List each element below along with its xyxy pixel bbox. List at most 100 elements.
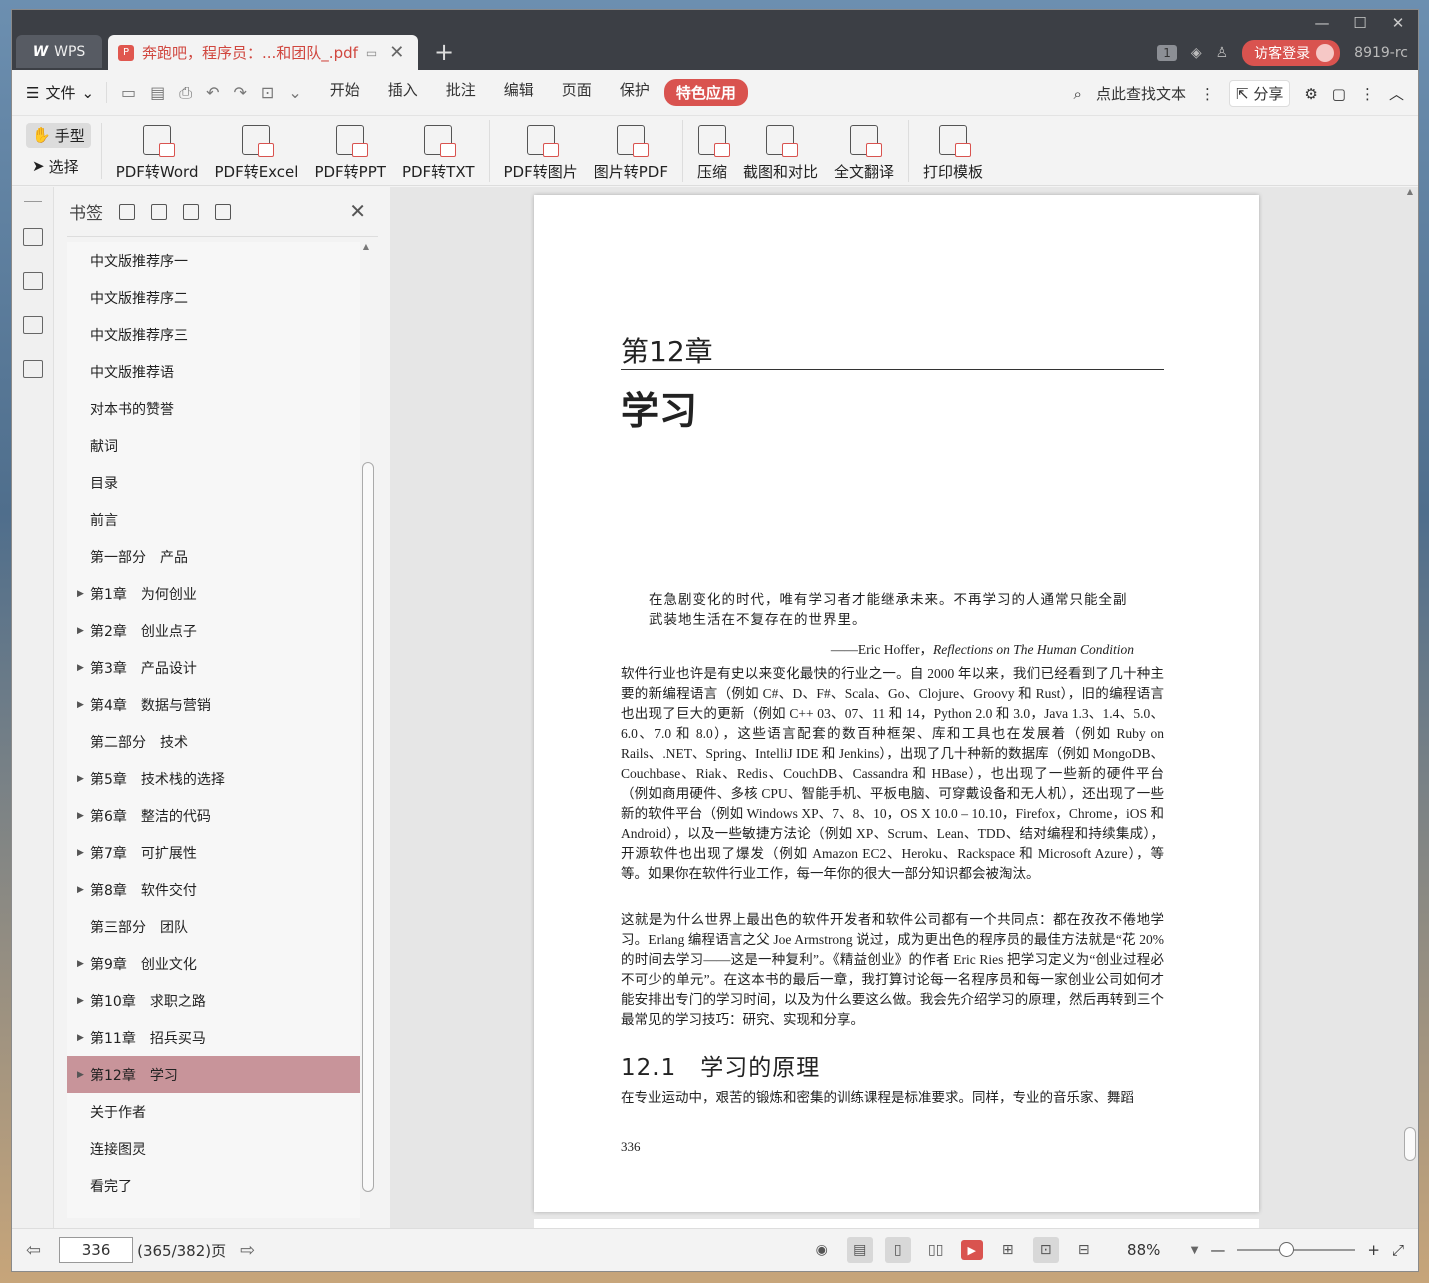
bookmark-item[interactable]: ▶ 第7章 可扩展性 xyxy=(67,834,360,871)
expand-arrow-icon[interactable]: ▶ xyxy=(77,700,84,710)
bookmark-item[interactable]: 对本书的赞誉 xyxy=(67,390,360,427)
expand-arrow-icon[interactable]: ▶ xyxy=(77,626,84,636)
zoom-slider-knob[interactable] xyxy=(1279,1242,1295,1257)
compress-button[interactable]: 压缩 xyxy=(689,120,735,182)
close-tab-icon[interactable]: ✕ xyxy=(389,42,404,63)
page-number-input[interactable]: 336 xyxy=(59,1237,134,1263)
viewer-scroll-thumb[interactable] xyxy=(1404,1127,1416,1161)
zoom-slider[interactable] xyxy=(1237,1242,1356,1257)
close-panel-icon[interactable]: ✕ xyxy=(349,199,366,223)
settings-gear-icon[interactable]: ⚙ xyxy=(1304,85,1317,103)
file-menu-button[interactable]: ☰ 文件 ⌄ xyxy=(26,82,108,103)
signature-icon[interactable] xyxy=(22,360,43,378)
tab-wps-home[interactable]: W WPS xyxy=(16,35,102,68)
expand-arrow-icon[interactable]: ▶ xyxy=(77,959,84,969)
zoom-level[interactable]: 88% xyxy=(1109,1241,1179,1259)
two-page-icon[interactable]: ▯▯ xyxy=(923,1237,949,1263)
bookmark-item[interactable]: ▶ 第12章 学习 xyxy=(67,1056,360,1093)
collapse-ribbon-icon[interactable]: ︿ xyxy=(1389,83,1404,104)
image-to-pdf-button[interactable]: 图片转PDF xyxy=(586,120,676,182)
viewer-scroll-up-icon[interactable]: ▲ xyxy=(1402,187,1418,196)
bookmark-item[interactable]: ▶ 第8章 软件交付 xyxy=(67,871,360,908)
bookmark-item[interactable]: ▶ 第9章 创业文化 xyxy=(67,945,360,982)
bookmark-item[interactable]: 中文版推荐序二 xyxy=(67,279,360,316)
pdf-to-ppt-button[interactable]: PDF转PPT xyxy=(306,120,393,182)
pdf-to-txt-button[interactable]: PDF转TXT xyxy=(394,120,483,182)
tab-start[interactable]: 开始 xyxy=(316,79,374,106)
bookmark-item[interactable]: ▶ 第1章 为何创业 xyxy=(67,575,360,612)
tab-page[interactable]: 页面 xyxy=(548,79,606,106)
add-bookmark-icon[interactable] xyxy=(183,203,199,220)
tab-protect[interactable]: 保护 xyxy=(606,79,664,106)
fit-page-icon[interactable]: ⊡ xyxy=(1032,1237,1059,1263)
fit-width-icon[interactable]: ⊟ xyxy=(1071,1237,1097,1263)
redo-icon[interactable]: ↷ xyxy=(234,83,247,103)
bookmark-item[interactable]: 前言 xyxy=(67,501,360,538)
bookmark-item[interactable]: 献词 xyxy=(67,427,360,464)
expand-arrow-icon[interactable]: ▶ xyxy=(77,589,84,599)
overflow-menu-icon[interactable]: ⋮ xyxy=(1360,85,1375,103)
expand-arrow-icon[interactable]: ▶ xyxy=(77,811,84,821)
expand-arrow-icon[interactable]: ▶ xyxy=(77,774,84,784)
zoom-dropdown-icon[interactable]: ▼ xyxy=(1191,1245,1199,1256)
tab-document[interactable]: P 奔跑吧，程序员：...和团队_.pdf ▭ ✕ xyxy=(108,35,418,70)
bookmark-item[interactable]: 第二部分 技术 xyxy=(67,723,360,760)
expand-arrow-icon[interactable]: ▶ xyxy=(77,996,84,1006)
bookmark-item[interactable]: ▶ 第5章 技术栈的选择 xyxy=(67,760,360,797)
bookmark-item[interactable]: ▶ 第11章 招兵买马 xyxy=(67,1019,360,1056)
print-icon[interactable]: ⎙ xyxy=(179,83,192,103)
tab-annotate[interactable]: 批注 xyxy=(432,79,490,106)
export-image-icon[interactable]: ⊡ xyxy=(261,83,274,103)
pdf-to-excel-button[interactable]: PDF转Excel xyxy=(206,120,306,182)
bookmark-item[interactable]: 第一部分 产品 xyxy=(67,538,360,575)
expand-all-icon[interactable] xyxy=(119,203,135,220)
annotation-pen-icon[interactable] xyxy=(22,316,43,334)
bookmark-scroll-thumb[interactable] xyxy=(362,462,374,1192)
next-page-icon[interactable]: ⇨ xyxy=(240,1240,255,1261)
bookmark-item[interactable]: 中文版推荐序一 xyxy=(67,242,360,279)
play-slideshow-icon[interactable]: ▶ xyxy=(960,1240,983,1260)
full-translate-button[interactable]: 全文翻译 xyxy=(826,120,902,182)
eye-protection-icon[interactable]: ◉ xyxy=(809,1237,835,1263)
collapse-all-icon[interactable] xyxy=(151,203,167,220)
pdf-to-word-button[interactable]: PDF转Word xyxy=(108,120,207,182)
print-template-button[interactable]: 打印模板 xyxy=(915,120,991,182)
bookmark-item[interactable]: 看完了 xyxy=(67,1167,360,1204)
bookmark-item[interactable]: 连接图灵 xyxy=(67,1130,360,1167)
single-page-icon[interactable]: ▯ xyxy=(884,1237,911,1263)
open-folder-icon[interactable]: ▭ xyxy=(121,83,136,103)
document-viewer[interactable]: 第12章 学习 在急剧变化的时代，唯有学习者才能继承未来。不再学习的人通常只能全… xyxy=(390,187,1418,1228)
bookmark-item[interactable]: 目录 xyxy=(67,464,360,501)
bookmark-item[interactable]: 关于作者 xyxy=(67,1093,360,1130)
tab-edit[interactable]: 编辑 xyxy=(490,79,548,106)
new-tab-button[interactable]: + xyxy=(434,38,454,66)
tab-insert[interactable]: 插入 xyxy=(374,79,432,106)
fullscreen-icon[interactable]: ⤢ xyxy=(1392,1241,1404,1259)
prev-page-icon[interactable]: ⇦ xyxy=(26,1240,41,1261)
bookmark-item[interactable]: ▶ 第4章 数据与营销 xyxy=(67,686,360,723)
maximize-icon[interactable]: ☐ xyxy=(1350,14,1370,32)
theme-icon[interactable]: ◈ xyxy=(1191,45,1202,61)
bookmark-options-icon[interactable] xyxy=(215,203,231,220)
skin-shirt-icon[interactable]: ♙ xyxy=(1216,45,1229,61)
share-button[interactable]: ⇱ 分享 xyxy=(1228,80,1291,107)
minimize-icon[interactable]: — xyxy=(1312,14,1332,32)
undo-icon[interactable]: ↶ xyxy=(206,83,219,103)
continuous-view-icon[interactable]: ▤ xyxy=(846,1237,873,1263)
expand-arrow-icon[interactable]: ▶ xyxy=(77,885,84,895)
expand-arrow-icon[interactable]: ▶ xyxy=(77,1033,84,1043)
more-dropdown-icon[interactable]: ⌄ xyxy=(288,83,301,103)
expand-arrow-icon[interactable]: ▶ xyxy=(77,663,84,673)
zoom-in-icon[interactable]: + xyxy=(1367,1241,1380,1259)
bookmark-item[interactable]: ▶ 第6章 整洁的代码 xyxy=(67,797,360,834)
zoom-out-icon[interactable]: — xyxy=(1210,1241,1225,1259)
expand-arrow-icon[interactable]: ▶ xyxy=(77,848,84,858)
screenshot-compare-button[interactable]: 截图和对比 xyxy=(735,120,826,182)
bookmark-item[interactable]: ▶ 第2章 创业点子 xyxy=(67,612,360,649)
viewer-scrollbar[interactable]: ▲ xyxy=(1402,187,1418,1228)
bookmark-scrollbar[interactable]: ▲ xyxy=(360,242,374,1218)
select-mode-button[interactable]: ➤ 选择 xyxy=(26,154,91,179)
bookmark-item[interactable]: 第三部分 团队 xyxy=(67,908,360,945)
search-text-button[interactable]: 点此查找文本 xyxy=(1096,83,1186,104)
comment-icon[interactable]: ▢ xyxy=(1332,85,1346,103)
